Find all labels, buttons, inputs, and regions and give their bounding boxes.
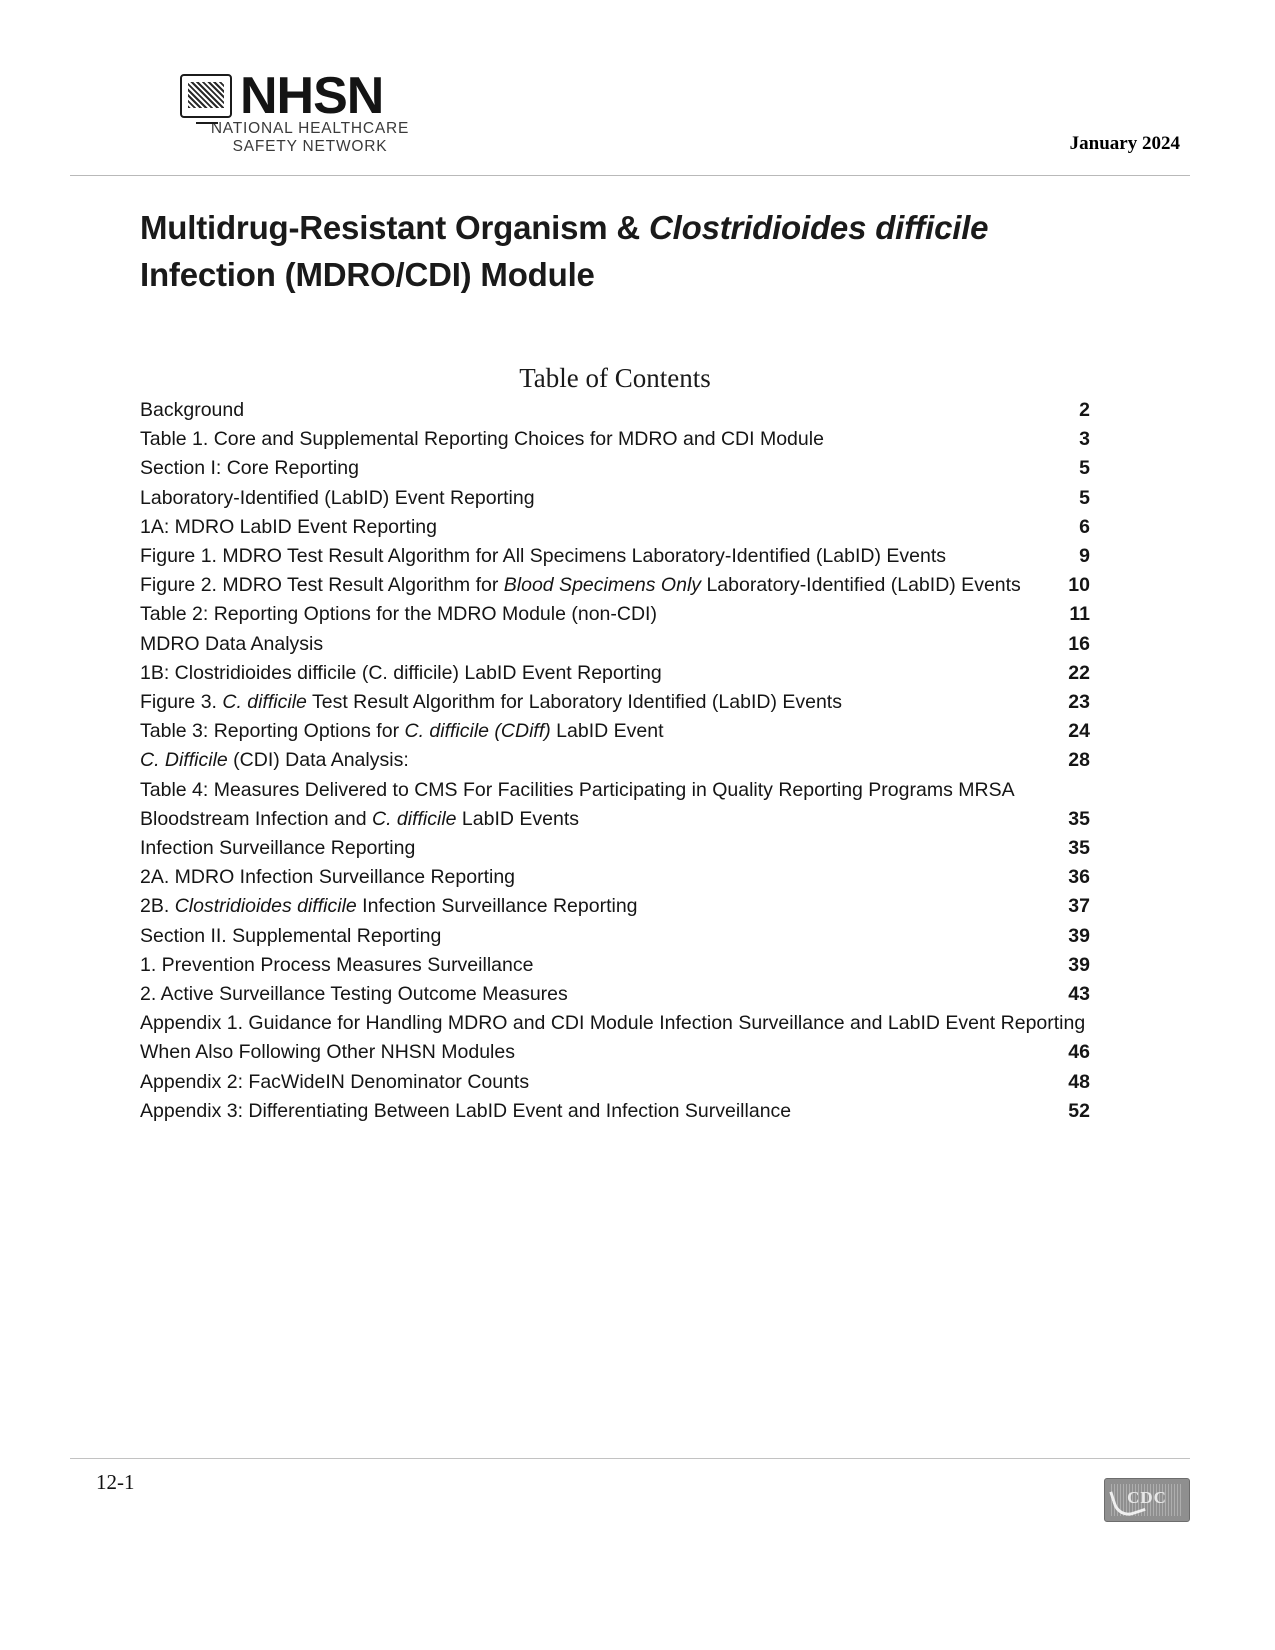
toc-entry-page: 39 xyxy=(1068,924,1090,947)
toc-entry-page: 2 xyxy=(1079,399,1090,421)
toc-entry[interactable]: Figure 2. MDRO Test Result Algorithm for… xyxy=(140,571,1090,600)
footer-divider xyxy=(70,1458,1190,1459)
toc-entry-page: 52 xyxy=(1068,1099,1090,1122)
toc-entry[interactable]: Appendix 2: FacWideIN Denominator Counts… xyxy=(140,1068,1090,1097)
toc-entry-label: Figure 3. C. difficile Test Result Algor… xyxy=(140,691,842,714)
toc-entry-page: 3 xyxy=(1079,428,1090,451)
badge-label: CDC xyxy=(1127,1488,1167,1507)
toc-entry-page: 22 xyxy=(1068,661,1090,684)
toc-entry-label: 1. Prevention Process Measures Surveilla… xyxy=(140,953,534,976)
toc-entry-page: 9 xyxy=(1079,545,1090,568)
toc-entry[interactable]: Laboratory-Identified (LabID) Event Repo… xyxy=(140,484,1090,513)
page-title-organism: Clostridioides difficile xyxy=(649,209,989,246)
toc-entry-page: 5 xyxy=(1079,486,1090,509)
page-title-prefix: Multidrug-Resistant Organism & xyxy=(140,209,650,246)
toc-entry[interactable]: Infection Surveillance Reporting 35 xyxy=(140,834,1090,863)
toc-entry-label: Section I: Core Reporting xyxy=(140,457,359,480)
toc-entry-label: Background xyxy=(140,399,245,421)
header-divider xyxy=(70,175,1190,176)
toc-entry-label: Table 4: Measures Delivered to CMS For F… xyxy=(140,778,1014,830)
nhsn-monitor-icon xyxy=(180,74,232,124)
page-title: Multidrug-Resistant Organism & Clostridi… xyxy=(140,205,1120,299)
toc-entry-page: 35 xyxy=(1068,837,1090,860)
toc-entry-label: Appendix 2: FacWideIN Denominator Counts xyxy=(140,1070,530,1093)
cdc-logo-badge: CDC xyxy=(1104,1478,1190,1522)
toc-entry[interactable]: Table 2: Reporting Options for the MDRO … xyxy=(140,600,1090,629)
footer-page-number: 12-1 xyxy=(96,1470,135,1494)
toc-entry-label: Figure 1. MDRO Test Result Algorithm for… xyxy=(140,545,946,568)
document-page: NHSN NATIONAL HEALTHCARE SAFETY NETWORK … xyxy=(0,0,1275,1650)
toc-entry-label: Figure 2. MDRO Test Result Algorithm for… xyxy=(140,574,1021,597)
toc-entry-label: Infection Surveillance Reporting xyxy=(140,837,416,860)
header-date: January 2024 xyxy=(1069,133,1180,154)
toc-entry-label: 2A. MDRO Infection Surveillance Reportin… xyxy=(140,866,516,889)
toc-entry[interactable]: 2. Active Surveillance Testing Outcome M… xyxy=(140,980,1090,1009)
toc-entry[interactable]: Appendix 3: Differentiating Between LabI… xyxy=(140,1097,1090,1126)
toc-entry[interactable]: 2A. MDRO Infection Surveillance Reportin… xyxy=(140,863,1090,892)
toc-entry-page: 16 xyxy=(1068,632,1090,655)
toc-entry-label: 2. Active Surveillance Testing Outcome M… xyxy=(140,983,568,1006)
toc-entry-label: Table 2: Reporting Options for the MDRO … xyxy=(140,603,657,626)
toc-entry-label: Laboratory-Identified (LabID) Event Repo… xyxy=(140,486,535,509)
nhsn-logo-row: NHSN xyxy=(180,67,440,125)
page-title-line1: Multidrug-Resistant Organism & Clostridi… xyxy=(140,209,989,246)
toc-entry[interactable]: 1B: Clostridioides difficile (C. diffici… xyxy=(140,659,1090,688)
toc-entry-page: 35 xyxy=(1068,807,1090,830)
page-title-line2: Infection (MDRO/CDI) Module xyxy=(140,255,595,293)
toc-entry[interactable]: C. Difficile (CDI) Data Analysis: 28 xyxy=(140,746,1090,775)
toc-entry[interactable]: Section I: Core Reporting 5 xyxy=(140,454,1090,483)
toc-entry-label: 1B: Clostridioides difficile (C. diffici… xyxy=(140,661,662,684)
toc-entry-label: 1A: MDRO LabID Event Reporting xyxy=(140,515,437,538)
toc-entry-label: Appendix 1. Guidance for Handling MDRO a… xyxy=(140,1012,1086,1064)
nhsn-tagline-line2: SAFETY NETWORK xyxy=(232,137,388,155)
toc-entry-page: 48 xyxy=(1068,1070,1090,1093)
toc-heading: Table of Contents xyxy=(519,363,711,393)
toc-entry-page: 46 xyxy=(1068,1041,1090,1064)
toc-entry-page: 36 xyxy=(1068,866,1090,889)
toc-entry[interactable]: 1. Prevention Process Measures Surveilla… xyxy=(140,951,1090,980)
toc-entry[interactable]: Background 2 xyxy=(140,396,1090,425)
toc-entry-page: 5 xyxy=(1079,457,1090,480)
toc-entry-page: 10 xyxy=(1068,574,1090,597)
toc-entry-page: 6 xyxy=(1079,515,1090,538)
toc-entry[interactable]: Table 3: Reporting Options for C. diffic… xyxy=(140,717,1090,746)
toc-entry-page: 28 xyxy=(1068,749,1090,772)
toc-entry-page: 37 xyxy=(1068,895,1090,918)
toc-entry[interactable]: 1A: MDRO LabID Event Reporting 6 xyxy=(140,513,1090,542)
toc-entry-label: MDRO Data Analysis xyxy=(140,632,324,655)
toc-entry[interactable]: MDRO Data Analysis 16 xyxy=(140,630,1090,659)
toc-entry[interactable]: 2B. Clostridioides difficile Infection S… xyxy=(140,892,1090,921)
toc-entry[interactable]: Figure 3. C. difficile Test Result Algor… xyxy=(140,688,1090,717)
toc-entry-page: 24 xyxy=(1068,720,1090,743)
toc-entry-label: Table 1. Core and Supplemental Reporting… xyxy=(140,428,824,451)
toc-entry[interactable]: Figure 1. MDRO Test Result Algorithm for… xyxy=(140,542,1090,571)
toc-entry-page: 43 xyxy=(1068,983,1090,1006)
toc-entry[interactable]: Appendix 1. Guidance for Handling MDRO a… xyxy=(140,1009,1090,1067)
toc-entry-label: 2B. Clostridioides difficile Infection S… xyxy=(140,895,638,918)
toc-entry[interactable]: Table 4: Measures Delivered to CMS For F… xyxy=(140,776,1090,834)
table-of-contents: Background 2 Table 1. Core and Supplementa… xyxy=(140,396,1090,1126)
nhsn-tagline-line1: NATIONAL HEALTHCARE xyxy=(210,120,410,137)
nhsn-wordmark: NHSN xyxy=(240,67,384,125)
toc-entry-label: Appendix 3: Differentiating Between LabI… xyxy=(140,1099,792,1122)
toc-entry[interactable]: Section II. Supplemental Reporting 39 xyxy=(140,922,1090,951)
toc-entry-page: 39 xyxy=(1068,953,1090,976)
toc-entry[interactable]: Table 1. Core and Supplemental Reporting… xyxy=(140,425,1090,454)
toc-entry-page: 11 xyxy=(1069,603,1090,626)
toc-entry-label: Section II. Supplemental Reporting xyxy=(140,924,442,947)
nhsn-logo: NHSN NATIONAL HEALTHCARE SAFETY NETWORK xyxy=(180,70,440,165)
toc-entry-page: 23 xyxy=(1068,691,1090,714)
toc-entry-label: Table 3: Reporting Options for C. diffic… xyxy=(140,720,664,743)
page-header: NHSN NATIONAL HEALTHCARE SAFETY NETWORK … xyxy=(70,55,1190,176)
toc-entry-label: C. Difficile (CDI) Data Analysis: xyxy=(140,749,409,772)
